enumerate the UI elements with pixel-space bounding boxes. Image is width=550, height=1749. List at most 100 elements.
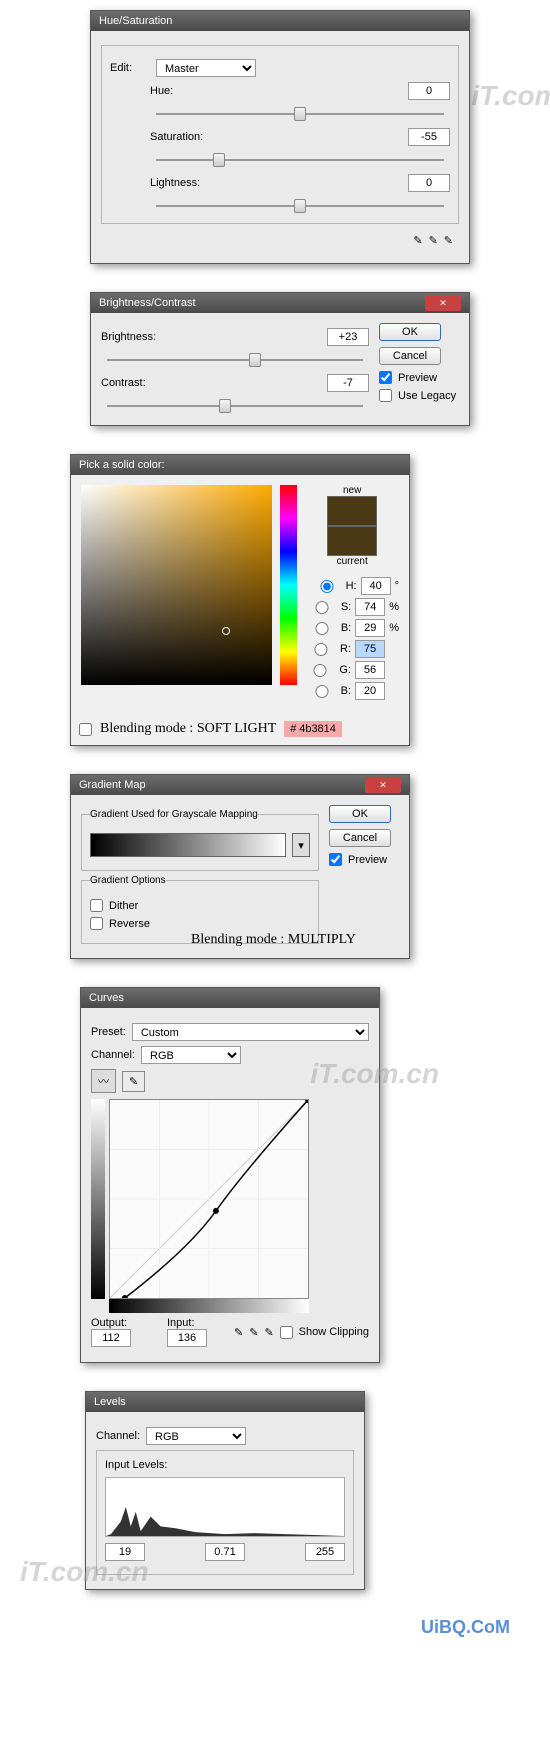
hue-saturation-dialog: Hue/Saturation Edit: Master Hue: Saturati… bbox=[90, 10, 470, 264]
cancel-button[interactable]: Cancel bbox=[379, 347, 441, 365]
preview-checkbox[interactable]: Preview bbox=[329, 853, 399, 866]
new-color-swatch bbox=[327, 496, 377, 526]
output-input[interactable] bbox=[91, 1329, 131, 1347]
channel-label: Channel: bbox=[91, 1049, 135, 1061]
title: Brightness/Contrast bbox=[99, 297, 196, 309]
sat-input[interactable] bbox=[408, 128, 450, 146]
gradient-dropdown[interactable]: ▾ bbox=[292, 833, 310, 857]
curve-tool-icon[interactable]: 〰 bbox=[91, 1069, 116, 1093]
preset-label: Preset: bbox=[91, 1026, 126, 1038]
gradient-preview[interactable] bbox=[90, 833, 286, 857]
web-only-checkbox[interactable] bbox=[79, 723, 92, 736]
eyedropper-black-icon[interactable]: ✎ bbox=[234, 1326, 243, 1339]
light-slider[interactable] bbox=[156, 197, 444, 215]
titlebar: Hue/Saturation bbox=[91, 11, 469, 31]
brightness-label: Brightness: bbox=[101, 331, 171, 343]
color-picker-dialog: Pick a solid color: new current H:° S:% … bbox=[70, 454, 410, 746]
ok-button[interactable]: OK bbox=[379, 323, 441, 341]
close-icon[interactable]: ✕ bbox=[425, 295, 461, 311]
title: Levels bbox=[94, 1396, 126, 1408]
s-input[interactable] bbox=[355, 598, 385, 616]
bb-input[interactable] bbox=[355, 682, 385, 700]
midtone-input[interactable] bbox=[205, 1543, 245, 1561]
watermark-uibq: UiBQ.CoM bbox=[421, 1617, 510, 1638]
bb-radio[interactable] bbox=[307, 685, 337, 698]
sat-slider[interactable] bbox=[156, 151, 444, 169]
contrast-label: Contrast: bbox=[101, 377, 171, 389]
titlebar: Pick a solid color: bbox=[71, 455, 409, 475]
eyedropper-plus-icon[interactable]: ✎ bbox=[429, 234, 438, 247]
blend-annotation: Blending mode : SOFT LIGHT bbox=[92, 717, 284, 741]
show-clipping-checkbox[interactable]: Show Clipping bbox=[280, 1326, 369, 1339]
curves-graph[interactable] bbox=[109, 1099, 309, 1299]
input-gradient bbox=[109, 1299, 309, 1313]
light-label: Lightness: bbox=[150, 177, 220, 189]
eyedropper-icon[interactable]: ✎ bbox=[413, 234, 422, 247]
channel-select[interactable]: RGB bbox=[146, 1427, 246, 1445]
g-input[interactable] bbox=[355, 661, 385, 679]
s-radio[interactable] bbox=[307, 601, 337, 614]
legacy-checkbox[interactable]: Use Legacy bbox=[379, 389, 459, 402]
ok-button[interactable]: OK bbox=[329, 805, 391, 823]
h-input[interactable] bbox=[361, 577, 391, 595]
contrast-input[interactable] bbox=[327, 374, 369, 392]
eyedropper-white-icon[interactable]: ✎ bbox=[264, 1326, 273, 1339]
options-group: Gradient Options Dither Reverse bbox=[81, 875, 319, 944]
current-color-swatch[interactable] bbox=[327, 526, 377, 556]
hue-slider[interactable] bbox=[156, 105, 444, 123]
brightness-input[interactable] bbox=[327, 328, 369, 346]
sv-picker[interactable] bbox=[81, 485, 272, 685]
titlebar: Gradient Map ✕ bbox=[71, 775, 409, 795]
preset-select[interactable]: Custom bbox=[132, 1023, 369, 1041]
edit-select[interactable]: Master bbox=[156, 59, 256, 77]
eyedropper-minus-icon[interactable]: ✎ bbox=[444, 234, 453, 247]
hue-input[interactable] bbox=[408, 82, 450, 100]
edit-label: Edit: bbox=[110, 62, 150, 74]
curves-dialog: Curves Preset: Custom Channel: RGB 〰 ✎ Outp… bbox=[80, 987, 380, 1363]
title: Hue/Saturation bbox=[99, 15, 172, 27]
mapping-group: Gradient Used for Grayscale Mapping ▾ bbox=[81, 809, 319, 871]
title: Curves bbox=[89, 992, 124, 1004]
b-radio[interactable] bbox=[307, 622, 337, 635]
hue-strip[interactable] bbox=[280, 485, 297, 685]
input-levels-label: Input Levels: bbox=[105, 1459, 345, 1471]
current-label: current bbox=[337, 556, 368, 567]
highlight-input[interactable] bbox=[305, 1543, 345, 1561]
r-input[interactable] bbox=[355, 640, 385, 658]
watermark-it: iT.com.cn bbox=[471, 80, 550, 112]
b-input[interactable] bbox=[355, 619, 385, 637]
title: Gradient Map bbox=[79, 779, 146, 791]
output-label: Output: bbox=[91, 1317, 131, 1329]
cancel-button[interactable]: Cancel bbox=[329, 829, 391, 847]
input-input[interactable] bbox=[167, 1329, 207, 1347]
title: Pick a solid color: bbox=[79, 459, 165, 471]
pencil-tool-icon[interactable]: ✎ bbox=[122, 1071, 145, 1092]
preview-checkbox[interactable]: Preview bbox=[379, 371, 459, 384]
light-input[interactable] bbox=[408, 174, 450, 192]
shadow-input[interactable] bbox=[105, 1543, 145, 1561]
titlebar: Brightness/Contrast ✕ bbox=[91, 293, 469, 313]
gradient-map-dialog: Gradient Map ✕ Gradient Used for Grayscal… bbox=[70, 774, 410, 959]
r-radio[interactable] bbox=[306, 643, 336, 656]
channel-select[interactable]: RGB bbox=[141, 1046, 241, 1064]
eyedropper-gray-icon[interactable]: ✎ bbox=[249, 1326, 258, 1339]
brightness-contrast-dialog: Brightness/Contrast ✕ Brightness: Contras… bbox=[90, 292, 470, 426]
g-radio[interactable] bbox=[305, 664, 335, 677]
titlebar: Levels bbox=[86, 1392, 364, 1412]
dither-checkbox[interactable]: Dither bbox=[90, 899, 310, 912]
brightness-slider[interactable] bbox=[107, 351, 363, 369]
channel-label: Channel: bbox=[96, 1430, 140, 1442]
output-gradient bbox=[91, 1099, 105, 1299]
close-icon[interactable]: ✕ bbox=[365, 777, 401, 793]
h-radio[interactable] bbox=[312, 580, 342, 593]
histogram bbox=[105, 1477, 345, 1537]
new-label: new bbox=[343, 485, 361, 496]
input-label: Input: bbox=[167, 1317, 207, 1329]
sat-label: Saturation: bbox=[150, 131, 220, 143]
hex-display: # 4b3814 bbox=[284, 721, 342, 737]
levels-dialog: Levels Channel: RGB Input Levels: bbox=[85, 1391, 365, 1590]
reverse-checkbox[interactable]: Reverse bbox=[90, 917, 310, 930]
contrast-slider[interactable] bbox=[107, 397, 363, 415]
hue-label: Hue: bbox=[150, 85, 220, 97]
titlebar: Curves bbox=[81, 988, 379, 1008]
